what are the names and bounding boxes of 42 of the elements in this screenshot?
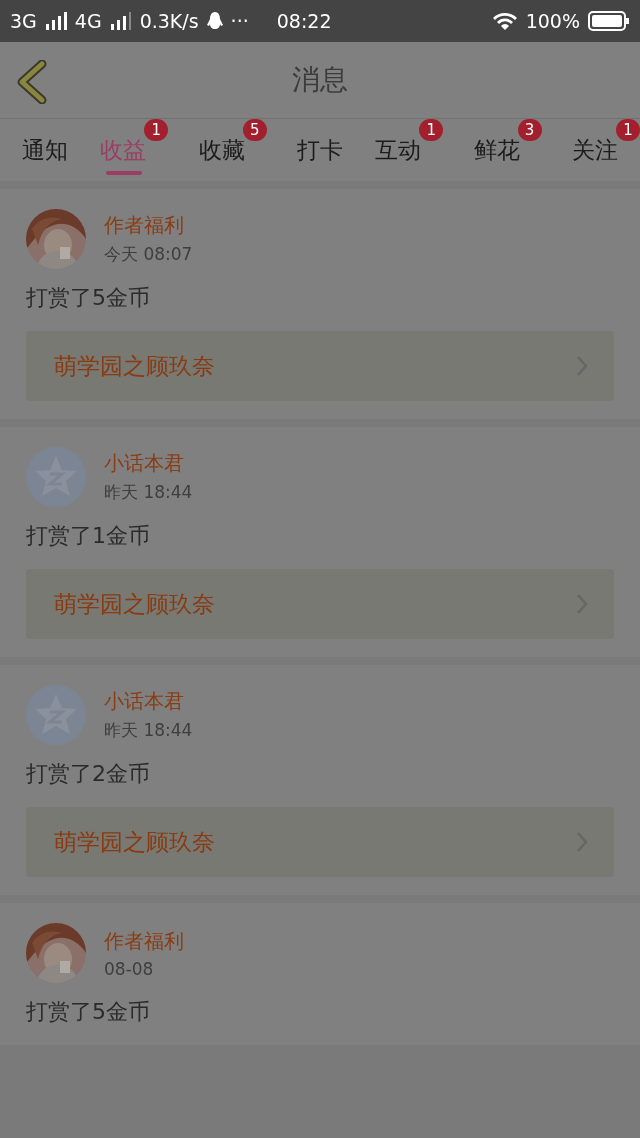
page-title: 消息: [292, 62, 348, 98]
tab[interactable]: 收益 1: [98, 119, 169, 181]
more-label: ···: [230, 10, 249, 32]
sender-name: 小话本君: [104, 688, 185, 715]
penguin-icon: [206, 12, 223, 30]
tab[interactable]: 收藏 5: [196, 119, 267, 181]
back-icon: [16, 60, 48, 104]
network-speed: 0.3K/s: [139, 10, 199, 32]
count-badge: 1: [615, 119, 640, 141]
count-badge: 5: [242, 119, 267, 141]
message-text: 打赏了5金币: [26, 998, 151, 1026]
message-time: 昨天 18:44: [104, 481, 193, 504]
tab[interactable]: 关注 1: [569, 119, 640, 181]
message-text: 打赏了2金币: [26, 760, 151, 788]
battery-icon: [588, 11, 630, 31]
message-time: 昨天 18:44: [104, 719, 193, 742]
message-text: 打赏了1金币: [26, 522, 151, 550]
wifi-icon: [491, 11, 518, 31]
default-avatar-icon: [26, 447, 86, 507]
count-badge: 3: [517, 119, 542, 141]
default-avatar-icon: [26, 685, 86, 745]
sender-name: 小话本君: [104, 450, 185, 477]
tab[interactable]: 鲜花 3: [471, 119, 542, 181]
tab[interactable]: 互动 1: [373, 119, 444, 181]
sender-name: 作者福利: [104, 212, 185, 239]
network-label: 4G: [74, 10, 102, 32]
book-title: 萌学园之顾玖奈: [54, 589, 215, 619]
message-time: 08-08: [104, 958, 155, 979]
clock: 08:22: [276, 10, 332, 32]
book-title: 萌学园之顾玖奈: [54, 351, 215, 381]
book-title: 萌学园之顾玖奈: [54, 827, 215, 857]
count-badge: 1: [144, 119, 169, 141]
tab[interactable]: 打卡: [295, 119, 345, 181]
signal-icon: [44, 12, 67, 30]
network-label: 3G: [10, 10, 37, 32]
sender-name: 作者福利: [104, 927, 184, 955]
signal-icon: [109, 12, 132, 30]
battery-label: 100%: [525, 10, 580, 32]
message-time: 今天 08:07: [104, 243, 193, 266]
count-badge: 1: [419, 119, 444, 141]
message-text: 打赏了5金币: [26, 284, 151, 312]
tab[interactable]: 通知: [20, 119, 70, 181]
